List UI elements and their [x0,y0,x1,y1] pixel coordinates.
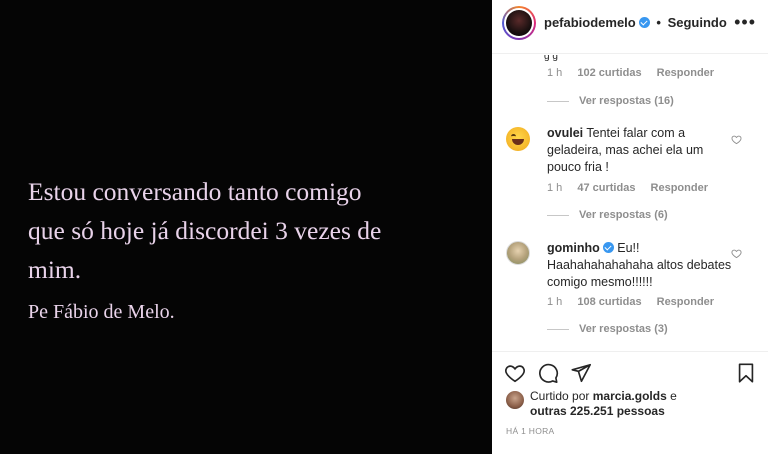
view-replies-button[interactable]: Ver respostas (6) [547,209,668,221]
profile-username[interactable]: pefabiodemelo [544,15,636,30]
post-header: pefabiodemelo • Seguindo ••• [492,0,768,54]
quote-author: Pe Fábio de Melo. [28,301,175,323]
comment-meta: 1 h 102 curtidas Responder [547,67,726,79]
comment-likes[interactable]: 108 curtidas [577,296,641,308]
post-image[interactable]: Estou conversando tanto comigo que só ho… [0,0,492,454]
comment-username[interactable]: ovulei [547,126,583,140]
comment-likes[interactable]: 102 curtidas [577,67,641,79]
view-replies-label: Ver respostas (3) [579,323,668,335]
liked-prefix: Curtido por [530,389,590,403]
quote-line: Estou conversando tanto comigo [28,177,362,206]
quote-line: que só hoje já discordei 3 vezes de [28,216,382,245]
like-comment-heart-icon[interactable] [731,248,742,259]
liker-username[interactable]: marcia.golds [593,389,667,403]
replies-divider [547,214,569,216]
partial-comment-text: ɡ ɡ [544,55,558,62]
verified-badge-icon [602,242,614,253]
quote-block: Estou conversando tanto comigo que só ho… [28,172,438,325]
post-panel: pefabiodemelo • Seguindo ••• ɡ ɡ 1 h 102… [492,0,768,454]
liked-and: e [670,389,677,403]
liked-by-text: Curtido por marcia.golds e outras 225.25… [530,389,730,419]
comment-time: 1 h [547,296,563,308]
quote-text: Estou conversando tanto comigo que só ho… [28,172,438,289]
view-replies-label: Ver respostas (16) [579,95,674,107]
view-replies-button[interactable]: Ver respostas (3) [547,323,668,335]
comment-meta: 1 h 47 curtidas Responder [547,182,720,194]
reply-button[interactable]: Responder [651,182,708,194]
comment-body: ovulei Tentei falar com a geladeira, mas… [547,125,732,176]
like-comment-heart-icon[interactable] [731,134,742,145]
comment-time: 1 h [547,67,563,79]
replies-divider [547,100,569,102]
share-paper-plane-icon[interactable] [570,362,592,384]
following-button[interactable]: Seguindo [668,15,727,30]
liked-others-count[interactable]: outras 225.251 pessoas [530,404,665,418]
comment-likes[interactable]: 47 curtidas [577,182,635,194]
reply-button[interactable]: Responder [657,296,714,308]
header-user-row: pefabiodemelo • Seguindo [544,15,727,30]
replies-divider [547,328,569,330]
like-heart-icon[interactable] [504,362,526,384]
view-replies-button[interactable]: Ver respostas (16) [547,95,674,107]
save-bookmark-icon[interactable] [735,362,757,384]
separator-dot: • [656,15,661,30]
comment-meta: 1 h 108 curtidas Responder [547,296,726,308]
comment-bubble-icon[interactable] [537,362,559,384]
post-actions: Curtido por marcia.golds e outras 225.25… [492,351,768,454]
verified-badge-icon [638,17,650,28]
comment-body: gominho Eu!! Haahahahahahaha altos debat… [547,240,732,291]
comments-list[interactable]: ɡ ɡ 1 h 102 curtidas Responder Ver respo… [492,55,768,355]
profile-avatar[interactable] [502,6,536,40]
comment-time: 1 h [547,182,563,194]
ellipsis-icon[interactable]: ••• [734,12,756,33]
commenter-avatar[interactable] [506,241,530,265]
view-replies-label: Ver respostas (6) [579,209,668,221]
quote-line: mim. [28,255,82,284]
liker-avatar[interactable] [506,391,524,409]
comment-username[interactable]: gominho [547,241,600,255]
reply-button[interactable]: Responder [657,67,714,79]
post-timestamp[interactable]: HÁ 1 HORA [506,426,555,436]
commenter-avatar[interactable] [506,127,530,151]
